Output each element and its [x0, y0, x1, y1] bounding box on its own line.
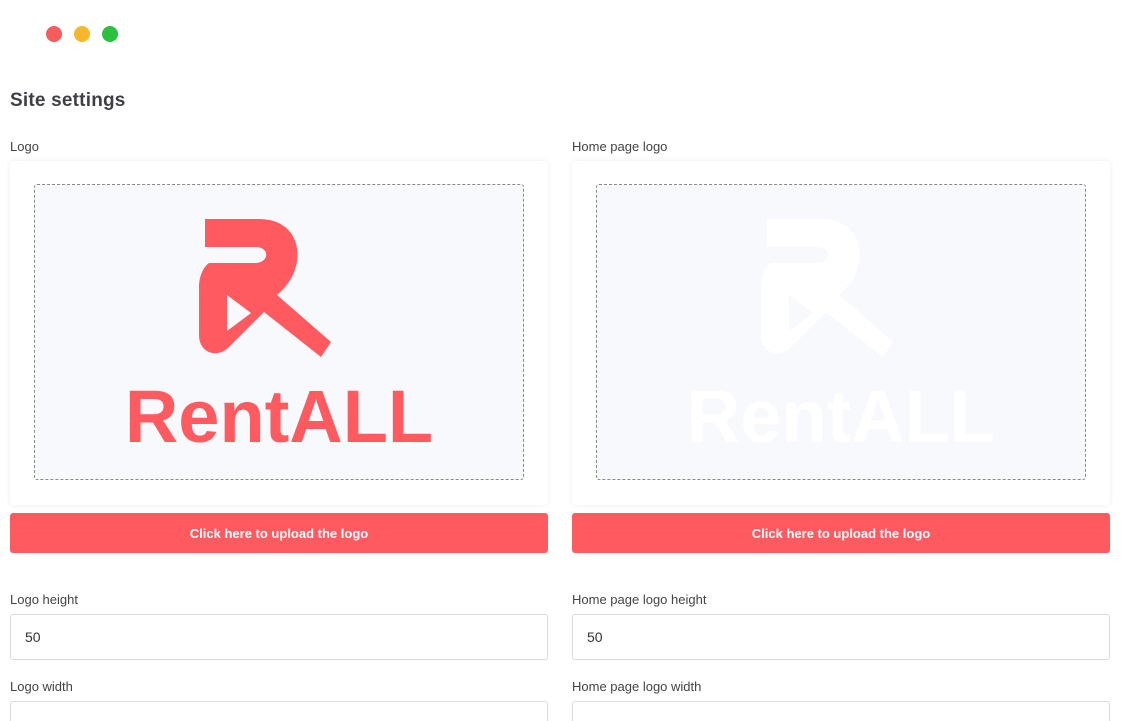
- rentall-home-logo-mark: [761, 219, 893, 357]
- rentall-logo-image: RentALL: [125, 219, 433, 457]
- home-logo-card: RentALL: [572, 161, 1110, 505]
- logo-section: Logo RentALL Click here to upload the lo…: [10, 138, 548, 553]
- logo-height-label: Logo height: [10, 592, 78, 607]
- rentall-logo-text: RentALL: [125, 375, 433, 457]
- logo-width-input[interactable]: [10, 701, 548, 721]
- page-title: Site settings: [10, 90, 126, 111]
- home-logo-height-input[interactable]: 50: [572, 614, 1110, 660]
- close-window-button[interactable]: [46, 26, 62, 42]
- logo-height-field: Logo height 50: [10, 591, 548, 660]
- logo-width-label: Logo width: [10, 679, 73, 694]
- rentall-home-logo-image: RentALL: [687, 219, 995, 457]
- minimize-window-button[interactable]: [74, 26, 90, 42]
- upload-logo-button[interactable]: Click here to upload the logo: [10, 513, 548, 553]
- logo-label: Logo: [10, 139, 39, 154]
- logo-dropzone[interactable]: RentALL: [34, 184, 524, 480]
- logo-height-input[interactable]: 50: [10, 614, 548, 660]
- home-logo-label: Home page logo: [572, 139, 668, 154]
- home-logo-height-field: Home page logo height 50: [572, 591, 1110, 660]
- maximize-window-button[interactable]: [102, 26, 118, 42]
- upload-home-logo-button[interactable]: Click here to upload the logo: [572, 513, 1110, 553]
- home-logo-section: Home page logo RentALL Click here to upl…: [572, 138, 1110, 553]
- home-logo-height-label: Home page logo height: [572, 592, 707, 607]
- window-controls: [46, 26, 118, 42]
- logo-width-field: Logo width: [10, 678, 548, 721]
- rentall-home-logo-text: RentALL: [687, 375, 995, 457]
- home-logo-width-input[interactable]: [572, 701, 1110, 721]
- home-logo-width-label: Home page logo width: [572, 679, 702, 694]
- logo-card: RentALL: [10, 161, 548, 505]
- rentall-logo-mark: [199, 219, 331, 357]
- home-logo-dropzone[interactable]: RentALL: [596, 184, 1086, 480]
- home-logo-width-field: Home page logo width: [572, 678, 1110, 721]
